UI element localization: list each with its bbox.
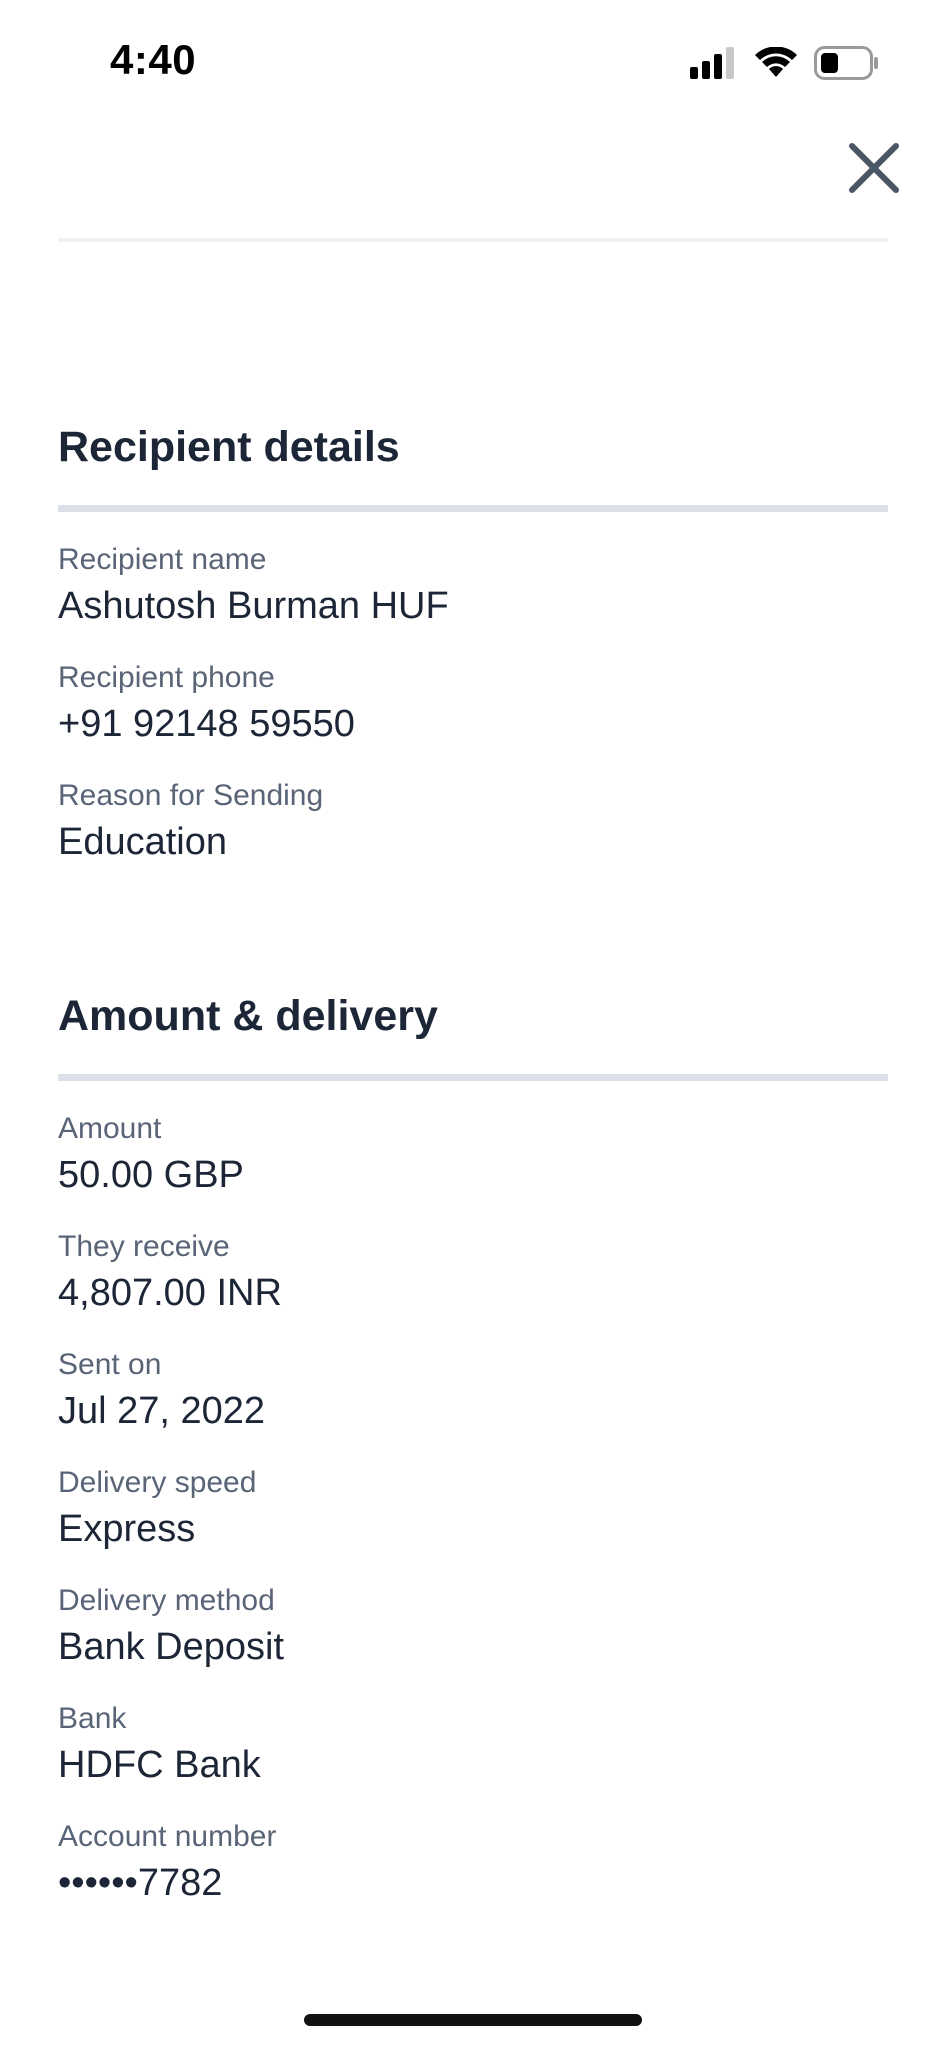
section-divider: [58, 1074, 888, 1081]
field-bank: Bank HDFC Bank: [58, 1701, 888, 1789]
field-reason-for-sending: Reason for Sending Education: [58, 778, 888, 866]
field-value: Jul 27, 2022: [58, 1390, 266, 1432]
field-value: HDFC Bank: [58, 1744, 261, 1786]
field-label: Bank: [58, 1702, 127, 1735]
field-value: Ashutosh Burman HUF: [58, 585, 449, 627]
field-value: +91 92148 59550: [58, 703, 355, 745]
section-title: Recipient details: [58, 423, 400, 471]
field-value: 50.00 GBP: [58, 1154, 244, 1196]
recipient-fields: Recipient name Ashutosh Burman HUF Recip…: [58, 512, 888, 866]
field-label: Amount: [58, 1112, 162, 1145]
field-amount: Amount 50.00 GBP: [58, 1111, 888, 1199]
section-divider: [58, 505, 888, 512]
field-delivery-speed: Delivery speed Express: [58, 1465, 888, 1553]
home-indicator[interactable]: [304, 2014, 642, 2026]
close-button[interactable]: [844, 138, 904, 198]
field-label: Sent on: [58, 1348, 162, 1381]
field-value: ••••••7782: [58, 1862, 223, 1904]
field-label: They receive: [58, 1230, 230, 1263]
field-label: Reason for Sending: [58, 779, 324, 812]
header-divider: [58, 238, 888, 242]
field-label: Delivery method: [58, 1584, 275, 1617]
field-account-number: Account number ••••••7782: [58, 1819, 888, 1907]
field-delivery-method: Delivery method Bank Deposit: [58, 1583, 888, 1671]
status-bar: 4:40: [0, 0, 946, 120]
section-title: Amount & delivery: [58, 992, 438, 1040]
field-they-receive: They receive 4,807.00 INR: [58, 1229, 888, 1317]
wifi-icon: [755, 47, 797, 77]
status-icons: [690, 44, 880, 82]
amount-fields: Amount 50.00 GBP They receive 4,807.00 I…: [58, 1081, 888, 1907]
close-icon: [849, 143, 899, 193]
field-label: Recipient name: [58, 543, 267, 576]
field-value: 4,807.00 INR: [58, 1272, 282, 1314]
cellular-signal-icon: [690, 47, 734, 79]
field-value: Bank Deposit: [58, 1626, 285, 1668]
field-label: Recipient phone: [58, 661, 275, 694]
status-time: 4:40: [110, 36, 197, 83]
amount-delivery-section: Amount & delivery Amount 50.00 GBP They …: [58, 990, 888, 1907]
field-recipient-name: Recipient name Ashutosh Burman HUF: [58, 542, 888, 630]
battery-icon: [814, 46, 878, 80]
field-label: Delivery speed: [58, 1466, 257, 1499]
recipient-details-section: Recipient details Recipient name Ashutos…: [58, 421, 888, 866]
field-label: Account number: [58, 1820, 277, 1853]
field-recipient-phone: Recipient phone +91 92148 59550: [58, 660, 888, 748]
field-value: Express: [58, 1508, 196, 1550]
field-value: Education: [58, 821, 228, 863]
field-sent-on: Sent on Jul 27, 2022: [58, 1347, 888, 1435]
